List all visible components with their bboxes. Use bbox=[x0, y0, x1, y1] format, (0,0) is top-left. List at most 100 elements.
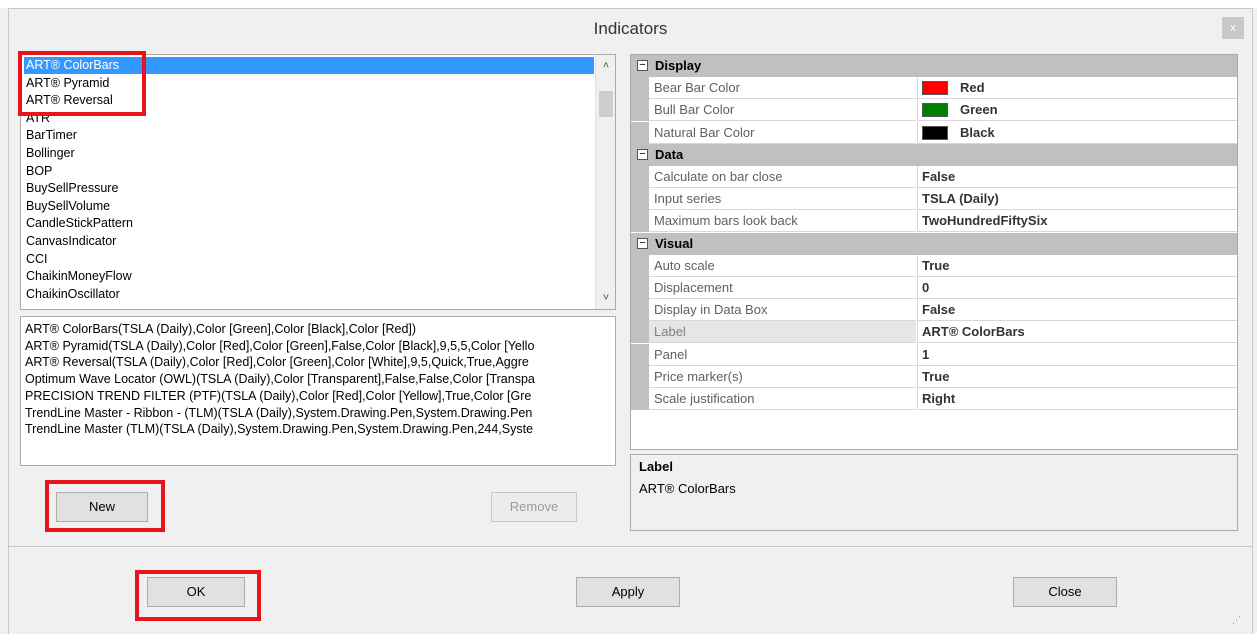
property-name[interactable]: Display in Data Box bbox=[649, 299, 916, 322]
property-name[interactable]: Bull Bar Color bbox=[649, 99, 916, 122]
color-swatch[interactable] bbox=[922, 125, 948, 140]
property-value[interactable]: False bbox=[917, 299, 1237, 322]
indicator-list-item[interactable]: Bollinger bbox=[24, 145, 594, 162]
property-name[interactable]: Label bbox=[649, 321, 916, 344]
property-value-text: False bbox=[922, 169, 956, 184]
property-row[interactable]: Scale justification Right bbox=[631, 388, 1237, 410]
property-value[interactable]: 0 bbox=[917, 277, 1237, 299]
property-category-label: Display bbox=[655, 58, 702, 73]
property-category-header[interactable]: − Data bbox=[631, 143, 1237, 166]
property-help-panel: Label ART® ColorBars bbox=[630, 454, 1238, 531]
property-row[interactable]: Input series TSLA (Daily) bbox=[631, 188, 1237, 211]
color-swatch[interactable] bbox=[922, 103, 948, 118]
collapse-icon[interactable]: − bbox=[637, 237, 648, 249]
indicator-list-scrollbar[interactable]: ˄ ˅ bbox=[595, 55, 615, 309]
close-button[interactable]: Close bbox=[1013, 577, 1117, 607]
property-name[interactable]: Input series bbox=[649, 188, 916, 211]
property-category-display[interactable]: − Display bbox=[631, 55, 1237, 77]
indicator-list-item[interactable]: ART® Reversal bbox=[24, 92, 594, 109]
property-name[interactable]: Calculate on bar close bbox=[649, 166, 916, 188]
property-name[interactable]: Bear Bar Color bbox=[649, 77, 916, 100]
indicator-list-item[interactable]: BOP bbox=[24, 163, 594, 180]
indicator-list-item[interactable]: BarTimer bbox=[24, 127, 594, 144]
help-text: ART® ColorBars bbox=[639, 481, 736, 496]
property-name[interactable]: Displacement bbox=[649, 277, 916, 299]
configured-indicator-item[interactable]: Optimum Wave Locator (OWL)(TSLA (Daily),… bbox=[25, 371, 615, 387]
ok-button[interactable]: OK bbox=[147, 577, 245, 607]
property-value[interactable]: TwoHundredFiftySix bbox=[917, 210, 1237, 233]
property-row[interactable]: Displacement 0 bbox=[631, 277, 1237, 299]
configured-indicator-item[interactable]: TrendLine Master - Ribbon - (TLM)(TSLA (… bbox=[25, 405, 615, 421]
property-row[interactable]: Display in Data Box False bbox=[631, 299, 1237, 322]
indicator-list[interactable]: ChaikinOscillator ChaikinMoneyFlow CCI Canv… bbox=[20, 54, 616, 310]
indicator-list-item[interactable]: ChaikinOscillator bbox=[24, 286, 594, 303]
property-value[interactable]: 1 bbox=[917, 343, 1237, 366]
property-gutter bbox=[631, 277, 649, 299]
property-value[interactable]: False bbox=[917, 166, 1237, 188]
resize-grip-icon[interactable]: ⋰ bbox=[1232, 615, 1242, 626]
property-name[interactable]: Natural Bar Color bbox=[649, 122, 916, 144]
property-row[interactable]: Price marker(s) True bbox=[631, 365, 1237, 388]
collapse-icon[interactable]: − bbox=[637, 148, 648, 160]
property-category-header[interactable]: − Display bbox=[631, 55, 1237, 77]
property-value-text: Black bbox=[960, 124, 995, 140]
indicator-list-item[interactable]: ART® Pyramid bbox=[24, 75, 594, 92]
property-value[interactable]: ART® ColorBars bbox=[917, 321, 1237, 344]
new-button[interactable]: New bbox=[56, 492, 148, 522]
property-name[interactable]: Scale justification bbox=[649, 388, 916, 410]
scroll-down-icon[interactable]: ˅ bbox=[596, 289, 615, 307]
property-value[interactable]: True bbox=[917, 365, 1237, 388]
property-value-text: True bbox=[922, 368, 950, 384]
property-category-data[interactable]: − Data bbox=[631, 143, 1237, 166]
property-name[interactable]: Auto scale bbox=[649, 255, 916, 277]
property-row[interactable]: Maximum bars look back TwoHundredFiftySix bbox=[631, 210, 1237, 233]
property-value[interactable]: Red bbox=[917, 77, 1237, 100]
help-title: Label bbox=[639, 459, 673, 474]
configured-indicator-item[interactable]: TrendLine Master (TLM)(TSLA (Daily),Syst… bbox=[25, 421, 615, 437]
scroll-up-icon[interactable]: ˄ bbox=[596, 57, 615, 75]
dialog-title: Indicators bbox=[593, 19, 668, 38]
property-value[interactable]: Green bbox=[917, 99, 1237, 122]
property-row[interactable]: Label ART® ColorBars bbox=[631, 321, 1237, 344]
apply-button[interactable]: Apply bbox=[576, 577, 680, 607]
configured-indicator-item[interactable]: PRECISION TREND FILTER (PTF)(TSLA (Daily… bbox=[25, 388, 615, 404]
property-gutter bbox=[631, 166, 649, 188]
property-grid[interactable]: − Display Bear Bar Color Red Bull Bar Color G… bbox=[630, 54, 1238, 450]
property-row[interactable]: Auto scale True bbox=[631, 254, 1237, 277]
property-value-text: TwoHundredFiftySix bbox=[922, 213, 1048, 229]
indicator-list-item[interactable]: CandleStickPattern bbox=[24, 215, 594, 232]
indicator-list-item[interactable]: BuySellPressure bbox=[24, 180, 594, 197]
configured-indicator-item[interactable]: ART® ColorBars(TSLA (Daily),Color [Green… bbox=[25, 321, 615, 337]
property-value[interactable]: True bbox=[917, 254, 1237, 277]
indicator-list-item[interactable]: ChaikinMoneyFlow bbox=[24, 268, 594, 285]
configured-indicators-list[interactable]: ART® ColorBars(TSLA (Daily),Color [Green… bbox=[20, 316, 616, 466]
configured-indicator-item[interactable]: ART® Reversal(TSLA (Daily),Color [Red],C… bbox=[25, 354, 615, 370]
indicator-list-item[interactable]: BuySellVolume bbox=[24, 198, 594, 215]
collapse-icon[interactable]: − bbox=[637, 60, 648, 71]
property-value[interactable]: Black bbox=[917, 121, 1237, 144]
property-gutter bbox=[631, 254, 649, 277]
configured-indicator-item[interactable]: ART® Pyramid(TSLA (Daily),Color [Red],Co… bbox=[25, 338, 615, 354]
property-row[interactable]: Bear Bar Color Red bbox=[631, 77, 1237, 100]
indicator-list-item[interactable]: CanvasIndicator bbox=[24, 233, 594, 250]
scroll-thumb[interactable] bbox=[599, 91, 613, 117]
property-row[interactable]: Bull Bar Color Green bbox=[631, 99, 1237, 122]
property-value[interactable]: Right bbox=[917, 388, 1237, 410]
property-value[interactable]: TSLA (Daily) bbox=[917, 188, 1237, 211]
property-name[interactable]: Maximum bars look back bbox=[649, 210, 916, 233]
indicator-list-item[interactable]: ART® ColorBars bbox=[24, 57, 594, 74]
indicator-list-item[interactable]: ATR bbox=[24, 110, 594, 127]
color-swatch[interactable] bbox=[922, 81, 948, 96]
remove-button[interactable]: Remove bbox=[491, 492, 577, 522]
property-value-text: True bbox=[922, 257, 950, 273]
property-row[interactable]: Natural Bar Color Black bbox=[631, 121, 1237, 144]
property-category-header[interactable]: − Visual bbox=[631, 232, 1237, 255]
close-icon[interactable]: x bbox=[1222, 17, 1244, 39]
property-name[interactable]: Price marker(s) bbox=[649, 366, 916, 388]
property-name[interactable]: Panel bbox=[649, 344, 916, 366]
indicator-list-item[interactable]: CCI bbox=[24, 251, 594, 268]
property-category-visual[interactable]: − Visual bbox=[631, 232, 1237, 255]
property-gutter bbox=[631, 343, 649, 366]
property-row[interactable]: Panel 1 bbox=[631, 343, 1237, 366]
property-row[interactable]: Calculate on bar close False bbox=[631, 166, 1237, 188]
